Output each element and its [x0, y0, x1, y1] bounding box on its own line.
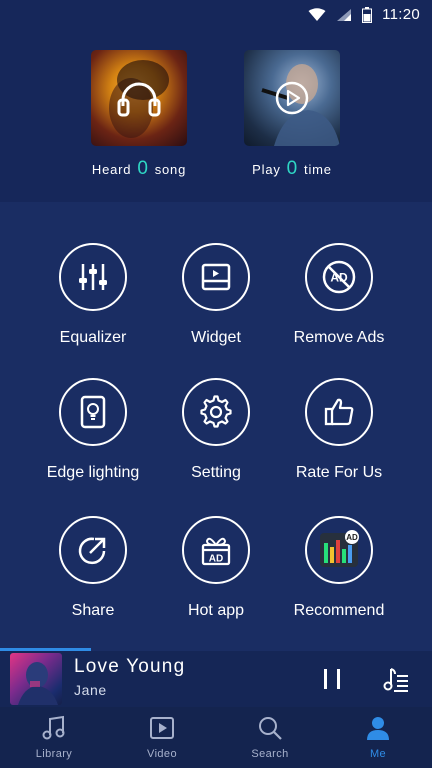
headphones-icon — [117, 82, 161, 117]
nav-me[interactable]: Me — [324, 715, 432, 760]
battery-icon — [362, 6, 373, 23]
setting-circle — [182, 378, 250, 446]
thumbs-up-icon — [324, 398, 354, 426]
recommend-label: Recommend — [293, 602, 385, 619]
heard-count: 0 — [137, 158, 149, 179]
status-time: 11:20 — [382, 6, 420, 23]
rate-circle — [305, 378, 373, 446]
play-prefix: Play — [252, 162, 281, 177]
rate-label: Rate For Us — [295, 464, 383, 481]
video-icon — [150, 717, 174, 739]
play-times-card[interactable]: Play 0 time — [222, 50, 362, 180]
edge-lighting-icon — [80, 395, 106, 429]
gear-icon — [200, 395, 232, 428]
song-artist: Jane — [74, 682, 107, 698]
wifi-icon — [308, 7, 326, 21]
play-count: 0 — [286, 158, 299, 179]
recommend-app-icon: AD — [320, 530, 359, 567]
heard-songs-card[interactable]: Heard 0 song — [69, 50, 209, 180]
heard-prefix: Heard — [91, 162, 132, 177]
equalizer-circle — [59, 243, 127, 311]
share-icon — [78, 537, 106, 565]
pause-icon — [324, 669, 340, 689]
song-title: Love Young — [74, 656, 186, 677]
nav-search-label: Search — [251, 748, 289, 760]
play-suffix: time — [304, 162, 332, 177]
status-bar: 11:20 — [0, 0, 432, 32]
widget-icon — [201, 263, 231, 291]
remove-ads-button[interactable]: AD Remove Ads — [267, 243, 411, 347]
cellular-signal-icon — [337, 8, 352, 21]
svg-text:AD: AD — [209, 554, 223, 565]
gift-ad-icon: AD — [201, 537, 231, 566]
remove-ads-circle: AD — [305, 243, 373, 311]
mini-player[interactable]: Love Young Jane — [0, 651, 432, 707]
heard-songs-label: Heard 0 song — [69, 158, 209, 180]
hot-app-circle: AD — [182, 516, 250, 584]
pause-button[interactable] — [318, 665, 346, 693]
share-circle — [59, 516, 127, 584]
nav-video-label: Video — [147, 748, 177, 760]
widget-circle — [182, 243, 250, 311]
rate-button[interactable]: Rate For Us — [267, 378, 411, 482]
nav-search[interactable]: Search — [216, 715, 324, 760]
bottom-navigation: Library Video Search Me — [0, 707, 432, 768]
svg-text:AD: AD — [346, 533, 358, 542]
user-icon — [367, 717, 389, 740]
equalizer-icon — [79, 264, 107, 290]
recommend-circle: AD — [305, 516, 373, 584]
heard-songs-thumbnail — [91, 50, 187, 146]
playlist-queue-button[interactable] — [382, 665, 410, 693]
play-circle-icon — [275, 81, 309, 115]
nav-library-label: Library — [35, 748, 73, 760]
status-icons: 11:20 — [308, 6, 420, 23]
playlist-icon — [383, 668, 408, 692]
svg-text:AD: AD — [330, 271, 348, 285]
nav-library[interactable]: Library — [0, 715, 108, 760]
remove-ads-label: Remove Ads — [293, 329, 385, 346]
album-art[interactable] — [10, 653, 62, 705]
heard-suffix: song — [154, 162, 187, 177]
music-note-icon — [42, 715, 65, 740]
play-times-label: Play 0 time — [222, 158, 362, 180]
recommend-button[interactable]: AD Recommend — [267, 516, 411, 620]
no-ads-icon: AD — [322, 260, 356, 294]
listening-stats: Heard 0 song Play 0 time — [0, 32, 432, 202]
nav-video[interactable]: Video — [108, 715, 216, 760]
play-times-thumbnail — [244, 50, 340, 146]
search-icon — [259, 717, 282, 740]
nav-me-label: Me — [369, 748, 387, 760]
edge-lighting-circle — [59, 378, 127, 446]
